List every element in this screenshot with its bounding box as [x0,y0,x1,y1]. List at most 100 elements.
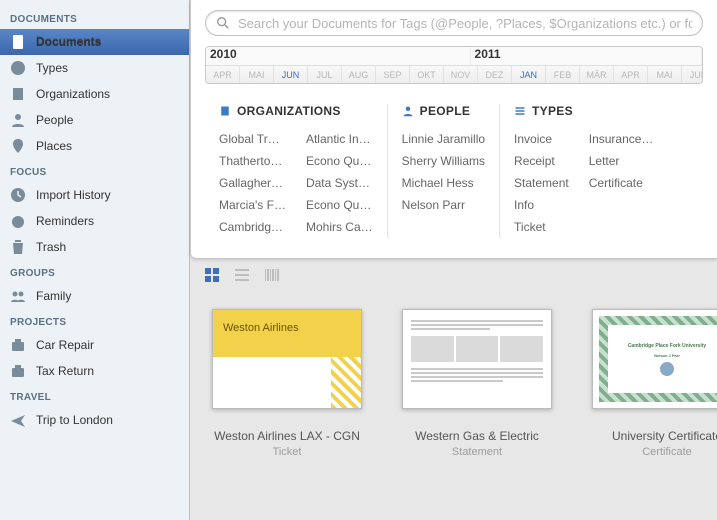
timeline-month[interactable]: JAN [512,66,546,83]
card-thumb [212,309,362,409]
facet-item[interactable]: Data Syst… [306,172,373,194]
view-toolbar [190,261,717,289]
trash-icon [10,239,26,255]
facet-item[interactable]: Mohirs Ca… [306,216,373,238]
sidebar-item-label: Organizations [36,87,110,101]
facet-item[interactable]: Gallagher… [219,172,286,194]
card-title: University Certificate [592,429,717,443]
sidebar-item-car-repair[interactable]: Car Repair [0,332,189,358]
people-icon [10,288,26,304]
sidebar-item-reminders[interactable]: Reminders [0,208,189,234]
search-icon [216,16,230,30]
facet-item[interactable]: Econo Qu… [306,194,373,216]
timeline-month[interactable]: MÄR [580,66,614,83]
sidebar-item-label: Car Repair [36,338,94,352]
sidebar-item-import-history[interactable]: Import History [0,182,189,208]
timeline-year[interactable]: 2010 [206,47,471,65]
col-organizations: ORGANIZATIONS Global Tr…Thatherto…Gallag… [205,104,388,238]
timeline-month[interactable]: MAI [648,66,682,83]
sidebar-item-label: Trip to London [36,413,113,427]
sidebar-item-label: Documents [36,35,101,49]
timeline-month[interactable]: SEP [376,66,410,83]
document-grid: Weston Airlines LAX - CGNTicket Western G… [190,289,717,520]
sidebar-item-places[interactable]: Places [0,133,189,159]
timeline-month[interactable]: JUN [274,66,308,83]
sidebar-item-people[interactable]: People [0,107,189,133]
sidebar-header: DOCUMENTS [0,6,189,29]
clock-icon [10,187,26,203]
timeline-month[interactable]: AUG [342,66,376,83]
facet-columns: ORGANIZATIONS Global Tr…Thatherto…Gallag… [205,104,703,238]
facet-item[interactable]: Invoice [514,128,569,150]
sidebar-header: GROUPS [0,260,189,283]
timeline-month[interactable]: JUN [682,66,703,83]
sidebar-item-label: Family [36,289,71,303]
sidebar-item-documents[interactable]: Documents [0,29,189,55]
person-icon [402,105,414,117]
sidebar-header: PROJECTS [0,309,189,332]
list-icon [514,105,526,117]
sidebar-item-tax-return[interactable]: Tax Return [0,358,189,384]
sidebar-item-label: Places [36,139,72,153]
timeline-year[interactable]: 2011 [471,47,702,65]
card-subtitle: Statement [402,446,552,458]
sidebar-item-family[interactable]: Family [0,283,189,309]
facet-item[interactable]: Ticket [514,216,569,238]
facet-item[interactable]: Sherry Williams [402,150,485,172]
search-input[interactable] [238,16,692,31]
facet-item[interactable]: Marcia's F… [219,194,286,216]
card-title: Western Gas & Electric [402,429,552,443]
dollar-icon [10,60,26,76]
alarm-icon [10,213,26,229]
facet-item[interactable]: Receipt [514,150,569,172]
sidebar-item-trip-london[interactable]: Trip to London [0,407,189,433]
facet-item[interactable]: Letter [589,150,654,172]
card-subtitle: Certificate [592,446,717,458]
facet-item[interactable]: Cambridg… [219,216,286,238]
sidebar: DOCUMENTS Documents Types Organizations Peop… [0,0,190,520]
sidebar-item-label: People [36,113,73,127]
search-box[interactable] [205,10,703,36]
timeline-month[interactable]: APR [614,66,648,83]
sidebar-header: TRAVEL [0,384,189,407]
facet-item[interactable]: Nelson Parr [402,194,485,216]
facet-item[interactable]: Info [514,194,569,216]
sidebar-item-trash[interactable]: Trash [0,234,189,260]
main: 20102011 APRMAIJUNJULAUGSEPOKTNOVDEZJANF… [190,0,717,520]
timeline-month[interactable]: APR [206,66,240,83]
facet-item[interactable]: Global Tr… [219,128,286,150]
sidebar-header: FOCUS [0,159,189,182]
sidebar-item-label: Reminders [36,214,94,228]
timeline-month[interactable]: NOV [444,66,478,83]
col-header: PEOPLE [420,104,470,118]
facet-item[interactable]: Statement [514,172,569,194]
grid-view-button[interactable] [204,267,220,283]
person-icon [10,112,26,128]
list-view-button[interactable] [234,267,250,283]
timeline-month[interactable]: MAI [240,66,274,83]
sidebar-item-label: Types [36,61,68,75]
facet-item[interactable]: Insurance… [589,128,654,150]
barcode-view-button[interactable] [264,267,280,283]
facet-item[interactable]: Atlantic In… [306,128,373,150]
facet-item[interactable]: Thatherto… [219,150,286,172]
sidebar-item-types[interactable]: Types [0,55,189,81]
facet-item[interactable]: Certificate [589,172,654,194]
facet-item[interactable]: Econo Qu… [306,150,373,172]
sidebar-item-label: Tax Return [36,364,94,378]
card-university-cert[interactable]: Cambridge Place Fork UniversityNelson J … [592,309,717,520]
card-western-gas[interactable]: Western Gas & Electric Statement [402,309,552,520]
building-icon [219,105,231,117]
timeline[interactable]: 20102011 APRMAIJUNJULAUGSEPOKTNOVDEZJANF… [205,46,703,84]
timeline-month[interactable]: JUL [308,66,342,83]
facet-item[interactable]: Michael Hess [402,172,485,194]
card-thumb: Cambridge Place Fork UniversityNelson J … [592,309,717,409]
timeline-month[interactable]: FEB [546,66,580,83]
card-weston-airlines[interactable]: Weston Airlines LAX - CGNTicket [212,309,362,520]
top-panel: 20102011 APRMAIJUNJULAUGSEPOKTNOVDEZJANF… [190,0,717,259]
timeline-month[interactable]: OKT [410,66,444,83]
facet-item[interactable]: Linnie Jaramillo [402,128,485,150]
card-title: Weston Airlines LAX - CGN [212,429,362,443]
sidebar-item-organizations[interactable]: Organizations [0,81,189,107]
timeline-month[interactable]: DEZ [478,66,512,83]
